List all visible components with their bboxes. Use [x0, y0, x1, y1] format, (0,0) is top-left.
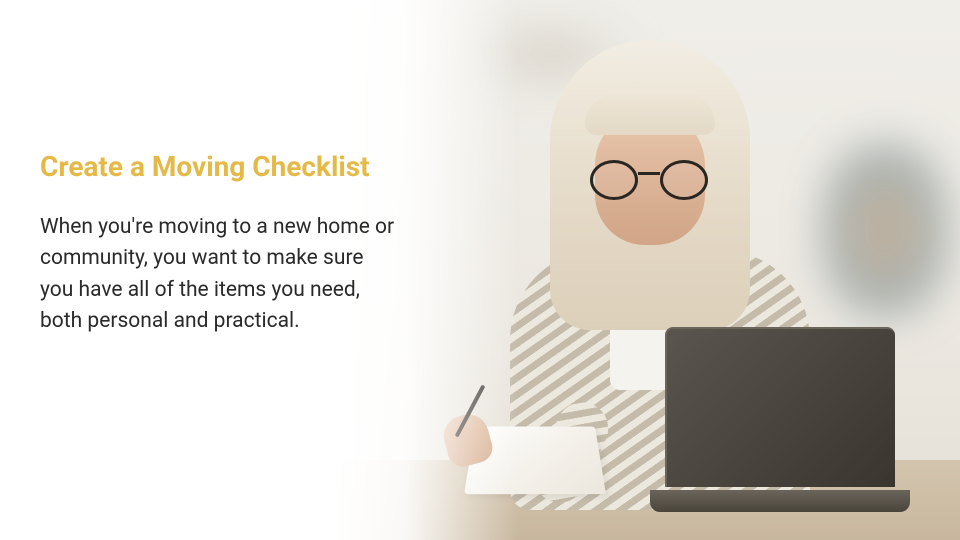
heading: Create a Moving Checklist	[40, 150, 400, 184]
photo-glasses-bridge	[638, 172, 660, 175]
body-paragraph: When you're moving to a new home or comm…	[40, 212, 400, 338]
text-content: Create a Moving Checklist When you're mo…	[40, 150, 400, 338]
photo-glasses	[590, 160, 708, 202]
photo-lens-left	[590, 160, 638, 200]
photo-bangs	[585, 95, 715, 135]
photo-laptop-screen	[665, 327, 895, 487]
photo-lens-right	[660, 160, 708, 200]
photo-laptop	[650, 327, 910, 512]
photo-plant-blur	[820, 140, 950, 320]
hero-photo	[340, 0, 960, 540]
photo-laptop-base	[650, 490, 910, 512]
